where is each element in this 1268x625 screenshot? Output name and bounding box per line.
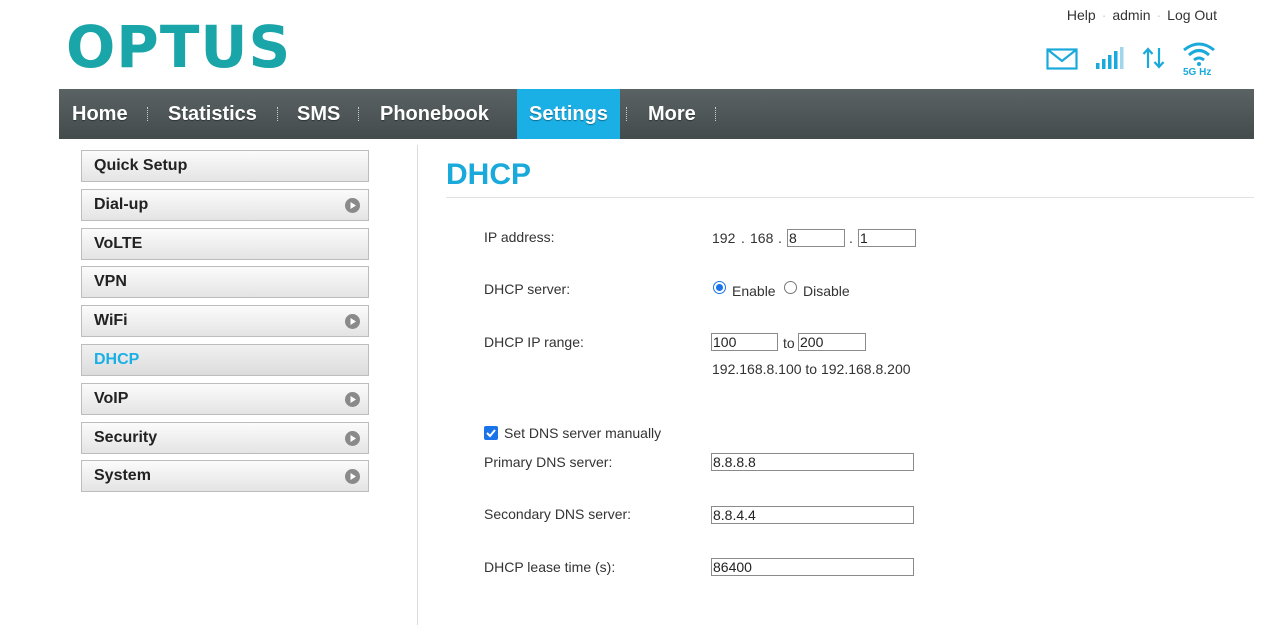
sidebar-item-vpn[interactable]: VPN (81, 266, 369, 299)
expand-arrow-icon (345, 391, 360, 407)
signal-strength-icon (1096, 47, 1124, 69)
nav-separator (147, 107, 149, 121)
ip-range-end-input[interactable] (798, 333, 866, 351)
dhcp-server-label: DHCP server: (484, 281, 571, 297)
sidebar-item-wifi[interactable]: WiFi (81, 305, 369, 338)
ip-octet-4-input[interactable] (858, 229, 916, 247)
dhcp-disable-radio[interactable] (784, 281, 797, 294)
dhcp-enable-label[interactable]: Enable (732, 283, 776, 299)
ip-octet-2: 168 (750, 230, 774, 246)
sidebar-item-security[interactable]: Security (81, 421, 369, 454)
nav-phonebook[interactable]: Phonebook (380, 89, 489, 139)
admin-link[interactable]: admin (1106, 7, 1156, 23)
ip-range-summary: 192.168.8.100 to 192.168.8.200 (712, 361, 911, 377)
main-nav: Home Statistics SMS Phonebook Settings M… (59, 89, 1254, 139)
dhcp-ip-range-label: DHCP IP range: (484, 334, 584, 350)
help-link[interactable]: Help (1061, 7, 1102, 23)
nav-statistics[interactable]: Statistics (168, 89, 257, 139)
sidebar-item-system[interactable]: System (81, 460, 369, 493)
status-icons: 5G Hz (1044, 40, 1224, 80)
ip-range-start-input[interactable] (711, 333, 778, 351)
expand-arrow-icon (345, 469, 360, 485)
title-divider (446, 197, 1254, 198)
top-links: Help · admin · Log Out (1061, 7, 1223, 23)
optus-logo: OPTUS (66, 13, 292, 81)
sidebar-item-label: VPN (94, 273, 127, 291)
nav-home[interactable]: Home (72, 89, 128, 139)
dns-manual-checkbox[interactable] (484, 426, 498, 440)
content-divider (417, 145, 418, 625)
nav-sms[interactable]: SMS (297, 89, 340, 139)
nav-separator (358, 107, 360, 121)
nav-settings[interactable]: Settings (517, 89, 620, 139)
sidebar-item-label: System (94, 467, 151, 485)
sidebar-item-quick-setup[interactable]: Quick Setup (81, 150, 369, 182)
checkmark-icon (486, 429, 496, 438)
expand-arrow-icon (345, 197, 360, 213)
ip-dot: . (741, 230, 745, 246)
sidebar-item-label: Dial-up (94, 195, 149, 213)
sidebar-item-label: VoLTE (94, 234, 143, 252)
logout-link[interactable]: Log Out (1161, 7, 1223, 23)
sidebar-item-label: VoIP (94, 389, 129, 407)
dhcp-disable-label[interactable]: Disable (803, 283, 850, 299)
lease-time-label: DHCP lease time (s): (484, 559, 616, 575)
sidebar-item-label: Security (94, 428, 158, 446)
wifi-band-label: 5G Hz (1183, 67, 1212, 78)
expand-arrow-icon (345, 430, 360, 446)
page-title: DHCP (446, 158, 532, 191)
envelope-icon[interactable] (1046, 48, 1078, 70)
dhcp-enable-radio[interactable] (713, 281, 726, 294)
secondary-dns-label: Secondary DNS server: (484, 506, 632, 522)
sidebar-item-volte[interactable]: VoLTE (81, 227, 369, 260)
ip-dot: . (778, 230, 782, 246)
ip-octet-3-input[interactable] (787, 229, 845, 247)
sidebar-item-dial-up[interactable]: Dial-up (81, 188, 369, 221)
secondary-dns-input[interactable] (711, 506, 914, 524)
lease-time-input[interactable] (711, 558, 914, 576)
sidebar-item-label: DHCP (94, 350, 140, 368)
sidebar-item-label: Quick Setup (94, 157, 188, 174)
data-transfer-icon (1142, 47, 1165, 69)
sidebar-item-dhcp[interactable]: DHCP (81, 343, 369, 376)
ip-range-to-label: to (783, 335, 795, 351)
primary-dns-input[interactable] (711, 453, 914, 471)
nav-more[interactable]: More (648, 89, 696, 139)
sidebar-item-voip[interactable]: VoIP (81, 382, 369, 415)
ip-address-label: IP address: (484, 229, 555, 245)
settings-sidebar: Quick Setup Dial-up VoLTE VPN WiFi DHCP … (81, 150, 369, 499)
expand-arrow-icon (345, 314, 360, 330)
ip-dot: . (849, 230, 853, 246)
sidebar-item-label: WiFi (94, 312, 128, 330)
ip-octet-1: 192 (712, 230, 736, 246)
nav-separator (715, 107, 717, 121)
primary-dns-label: Primary DNS server: (484, 454, 613, 470)
dns-manual-label[interactable]: Set DNS server manually (504, 425, 661, 441)
nav-separator (277, 107, 279, 121)
wifi-icon (1183, 42, 1215, 66)
nav-separator (626, 107, 628, 121)
